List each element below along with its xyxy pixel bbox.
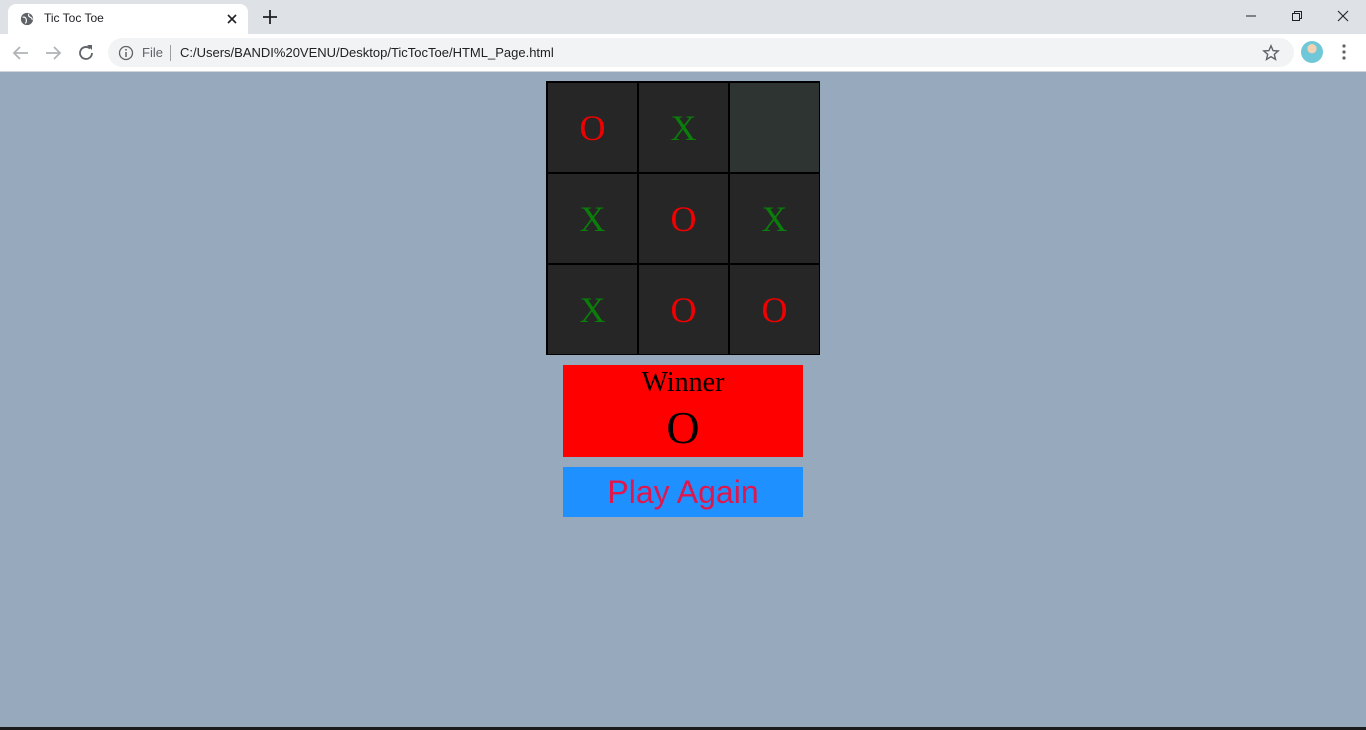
restore-icon: [1292, 11, 1302, 21]
close-icon[interactable]: [224, 11, 240, 27]
mark-x: X: [670, 107, 697, 148]
minimize-button[interactable]: [1228, 0, 1274, 32]
winner-value: O: [666, 402, 700, 453]
mark-o: O: [579, 107, 606, 148]
star-icon[interactable]: [1262, 44, 1280, 62]
mark-o: O: [670, 289, 697, 330]
board-cell-5[interactable]: O: [638, 173, 729, 264]
game-board: O X X O X X O O: [546, 81, 820, 355]
globe-icon: [20, 12, 34, 26]
board-cell-3[interactable]: [729, 82, 820, 173]
window-close-button[interactable]: [1320, 0, 1366, 32]
board-cell-4[interactable]: X: [547, 173, 638, 264]
mark-x: X: [579, 289, 606, 330]
arrow-right-icon[interactable]: [42, 42, 64, 64]
kebab-menu-icon[interactable]: [1336, 43, 1352, 61]
info-icon[interactable]: [118, 45, 134, 61]
reload-icon[interactable]: [75, 42, 97, 64]
mark-o: O: [761, 289, 788, 330]
board-cell-7[interactable]: X: [547, 264, 638, 355]
board-cell-6[interactable]: X: [729, 173, 820, 264]
arrow-left-icon[interactable]: [10, 42, 32, 64]
browser-toolbar: File C:/Users/BANDI%20VENU/Desktop/TicTo…: [0, 34, 1366, 72]
restore-button[interactable]: [1274, 0, 1320, 32]
plus-icon[interactable]: [260, 7, 280, 27]
tab-strip: Tic Toc Toe: [0, 0, 1366, 34]
board-cell-2[interactable]: X: [638, 82, 729, 173]
board-cell-8[interactable]: O: [638, 264, 729, 355]
board-cell-1[interactable]: O: [547, 82, 638, 173]
omnibox-divider: [170, 45, 171, 61]
mark-x: X: [761, 198, 788, 239]
mark-x: X: [579, 198, 606, 239]
url-text[interactable]: C:/Users/BANDI%20VENU/Desktop/TicTocToe/…: [180, 45, 554, 60]
tab-title: Tic Toc Toe: [44, 11, 104, 25]
close-icon: [1337, 10, 1349, 22]
address-bar[interactable]: File C:/Users/BANDI%20VENU/Desktop/TicTo…: [108, 38, 1294, 67]
board-cell-9[interactable]: O: [729, 264, 820, 355]
browser-tab[interactable]: Tic Toc Toe: [8, 4, 248, 34]
play-again-button[interactable]: Play Again: [563, 467, 803, 517]
scheme-label: File: [142, 45, 163, 60]
winner-label: Winner: [641, 367, 725, 398]
minimize-icon: [1246, 15, 1256, 17]
mark-o: O: [670, 198, 697, 239]
winner-panel: Winner O: [563, 365, 803, 457]
avatar[interactable]: [1301, 41, 1323, 63]
